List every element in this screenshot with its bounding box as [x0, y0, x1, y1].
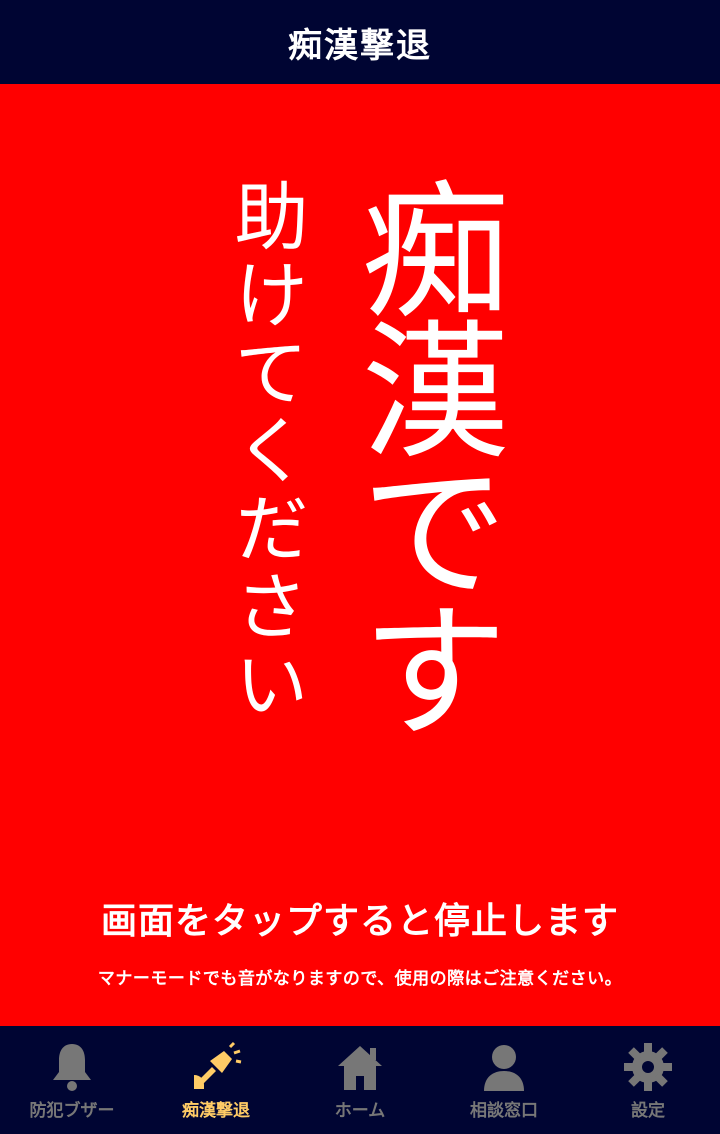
megaphone-icon: [189, 1040, 243, 1094]
tab-label: 設定: [631, 1101, 665, 1121]
tab-buzzer[interactable]: 防犯ブザー: [0, 1026, 144, 1134]
vertical-main-message: 痴漢です: [336, 174, 508, 734]
bell-icon: [45, 1040, 99, 1094]
stop-instruction: 画面をタップすると停止します: [100, 901, 619, 942]
alarm-tap-area[interactable]: 痴漢です 助けてください 画面をタップすると停止します マナーモードでも音がなり…: [0, 84, 720, 1026]
header-bar: 痴漢撃退: [0, 0, 720, 84]
tab-label: ホーム: [334, 1101, 386, 1121]
tab-label: 痴漢撃退: [182, 1101, 250, 1121]
person-icon: [477, 1040, 531, 1094]
manner-mode-notice: マナーモードでも音がなりますので、使用の際はご注意ください。: [97, 969, 623, 989]
home-icon: [333, 1040, 387, 1094]
tab-settings[interactable]: 設定: [576, 1026, 720, 1134]
app-root: 痴漢撃退 痴漢です 助けてください 画面をタップすると停止します マナーモードで…: [0, 0, 720, 1134]
vertical-sub-message: 助けてください: [222, 178, 308, 724]
tab-consultation[interactable]: 相談窓口: [432, 1026, 576, 1134]
bottom-tab-bar: 防犯ブザー 痴漢撃退 ホーム 相談窓口 設定: [0, 1026, 720, 1134]
gear-icon: [621, 1040, 675, 1094]
tab-label: 防犯ブザー: [29, 1101, 115, 1121]
tab-label: 相談窓口: [470, 1101, 538, 1121]
page-title: 痴漢撃退: [288, 25, 432, 66]
tab-chikan-gekitai[interactable]: 痴漢撃退: [144, 1026, 288, 1134]
tab-home[interactable]: ホーム: [288, 1026, 432, 1134]
